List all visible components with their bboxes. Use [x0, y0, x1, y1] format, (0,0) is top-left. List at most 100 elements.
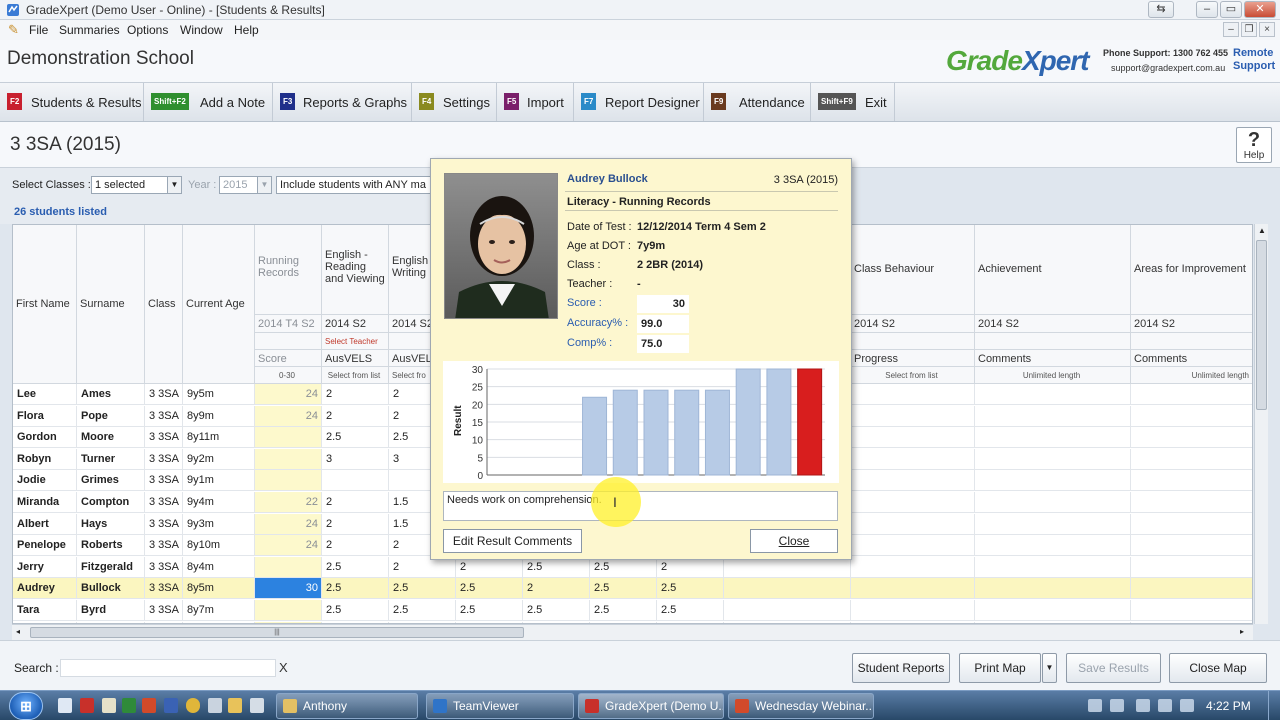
comment-cell[interactable] — [851, 535, 975, 556]
student-surname[interactable]: Ames — [77, 384, 145, 405]
student-first-name[interactable]: Albert — [13, 514, 77, 535]
result-cell[interactable]: 2.5 — [590, 578, 657, 599]
help-button[interactable]: ? Help — [1236, 127, 1272, 163]
result-cell[interactable]: 2.5 — [322, 427, 389, 448]
result-cell[interactable]: 2 — [389, 557, 456, 578]
quicklaunch-word-icon[interactable] — [164, 698, 178, 713]
header-class[interactable]: Class — [145, 225, 183, 384]
menu-help[interactable]: Help — [234, 23, 259, 37]
comment-cell[interactable] — [851, 427, 975, 448]
header-running-records[interactable]: Running Records — [255, 225, 322, 315]
quicklaunch-powerpoint-icon[interactable] — [142, 698, 156, 713]
quicklaunch-chrome-icon[interactable] — [186, 698, 200, 713]
student-reports-button[interactable]: Student Reports — [852, 653, 950, 683]
result-cell[interactable]: 2 — [322, 492, 389, 513]
comment-cell[interactable] — [1131, 449, 1252, 470]
menu-file[interactable]: File — [29, 23, 48, 37]
print-map-button[interactable]: Print Map — [959, 653, 1041, 683]
vertical-scrollbar[interactable]: ▲ — [1254, 224, 1268, 624]
header-areas-improvement[interactable]: Areas for Improvement — [1131, 225, 1252, 315]
mdi-restore-button[interactable]: ❐ — [1241, 22, 1257, 37]
close-window-button[interactable]: ✕ — [1244, 1, 1276, 18]
tray-icon-1[interactable] — [1088, 699, 1102, 712]
score-cell[interactable] — [255, 470, 322, 491]
import-button[interactable]: F5 Import — [497, 83, 574, 121]
result-cell[interactable]: 2.5 — [322, 578, 389, 599]
save-results-button[interactable]: Save Results — [1066, 653, 1161, 683]
comment-cell[interactable] — [1131, 406, 1252, 427]
menu-window[interactable]: Window — [180, 23, 223, 37]
result-cell[interactable]: 2 — [322, 514, 389, 535]
student-surname[interactable]: Pope — [77, 406, 145, 427]
score-cell[interactable] — [255, 600, 322, 621]
scroll-right-icon[interactable]: ▸ — [1240, 627, 1244, 636]
student-first-name[interactable]: Penelope — [13, 535, 77, 556]
comment-cell[interactable] — [851, 514, 975, 535]
close-map-button[interactable]: Close Map — [1169, 653, 1267, 683]
student-first-name[interactable]: Jerry — [13, 557, 77, 578]
quicklaunch-misc-icon[interactable] — [208, 698, 222, 713]
result-cell[interactable]: 2 — [322, 406, 389, 427]
windows-tray-icon[interactable] — [1110, 699, 1124, 712]
include-students-dropdown[interactable]: Include students with ANY ma — [276, 176, 436, 194]
header-surname[interactable]: Surname — [77, 225, 145, 384]
task-gradexpert[interactable]: GradeXpert (Demo U... — [578, 693, 724, 719]
quicklaunch-paint-icon[interactable] — [228, 698, 242, 713]
comment-cell[interactable] — [975, 514, 1131, 535]
result-cell[interactable]: 2.5 — [590, 557, 657, 578]
result-cell[interactable]: 2 — [322, 535, 389, 556]
result-cell[interactable]: 2.5 — [657, 600, 724, 621]
student-surname[interactable]: Grimes — [77, 470, 145, 491]
taskbar-clock[interactable]: 4:22 PM — [1206, 699, 1251, 713]
comment-cell[interactable] — [851, 492, 975, 513]
header-first-name[interactable]: First Name — [13, 225, 77, 384]
header-achievement[interactable]: Achievement — [975, 225, 1131, 315]
comment-cell[interactable] — [975, 535, 1131, 556]
app-menu-icon[interactable]: ✎ — [8, 22, 19, 38]
student-surname[interactable]: Bullock — [77, 578, 145, 599]
student-class[interactable]: 3 3SA — [145, 384, 183, 405]
show-desktop-button[interactable] — [1268, 691, 1280, 720]
student-age[interactable]: 9y4m — [183, 492, 255, 513]
comment-cell[interactable] — [724, 600, 851, 621]
task-anthony[interactable]: Anthony — [276, 693, 418, 719]
header-class-behaviour[interactable]: Class Behaviour — [851, 225, 975, 315]
student-class[interactable]: 3 3SA — [145, 514, 183, 535]
student-age[interactable]: 9y2m — [183, 449, 255, 470]
header-current-age[interactable]: Current Age — [183, 225, 255, 384]
comment-cell[interactable] — [851, 384, 975, 405]
student-class[interactable]: 3 3SA — [145, 470, 183, 491]
comment-cell[interactable] — [1131, 470, 1252, 491]
horizontal-scrollbar[interactable]: ◂ ||| ▸ — [12, 624, 1253, 640]
comment-cell[interactable] — [851, 449, 975, 470]
report-designer-button[interactable]: F7 Report Designer — [574, 83, 704, 121]
student-surname[interactable]: Fitzgerald — [77, 557, 145, 578]
score-cell[interactable]: 22 — [255, 492, 322, 513]
quicklaunch-excel-icon[interactable] — [122, 698, 136, 713]
result-cell[interactable]: 2.5 — [389, 578, 456, 599]
result-cell[interactable]: 2 — [456, 557, 523, 578]
student-class[interactable]: 3 3SA — [145, 557, 183, 578]
student-first-name[interactable]: Audrey — [13, 578, 77, 599]
student-surname[interactable]: Compton — [77, 492, 145, 513]
student-age[interactable]: 8y7m — [183, 600, 255, 621]
comment-cell[interactable] — [851, 578, 975, 599]
student-class[interactable]: 3 3SA — [145, 535, 183, 556]
task-teamviewer[interactable]: TeamViewer — [426, 693, 574, 719]
comment-cell[interactable] — [851, 406, 975, 427]
maximize-button[interactable]: ▭ — [1220, 1, 1242, 18]
result-cell[interactable]: 3 — [322, 449, 389, 470]
score-cell[interactable] — [255, 557, 322, 578]
settings-button[interactable]: F4 Settings — [412, 83, 497, 121]
minimize-button[interactable]: – — [1196, 1, 1218, 18]
result-cell[interactable]: 2.5 — [523, 600, 590, 621]
comment-cell[interactable] — [1131, 384, 1252, 405]
comment-cell[interactable] — [975, 578, 1131, 599]
score-cell[interactable]: 24 — [255, 535, 322, 556]
reports-graphs-button[interactable]: F3 Reports & Graphs — [273, 83, 412, 121]
student-age[interactable]: 8y10m — [183, 535, 255, 556]
support-email[interactable]: support@gradexpert.com.au — [1111, 63, 1225, 73]
add-note-button[interactable]: Shift+F2 Add a Note — [144, 83, 273, 121]
quicklaunch-writer-icon[interactable] — [102, 698, 116, 713]
score-cell[interactable] — [255, 427, 322, 448]
